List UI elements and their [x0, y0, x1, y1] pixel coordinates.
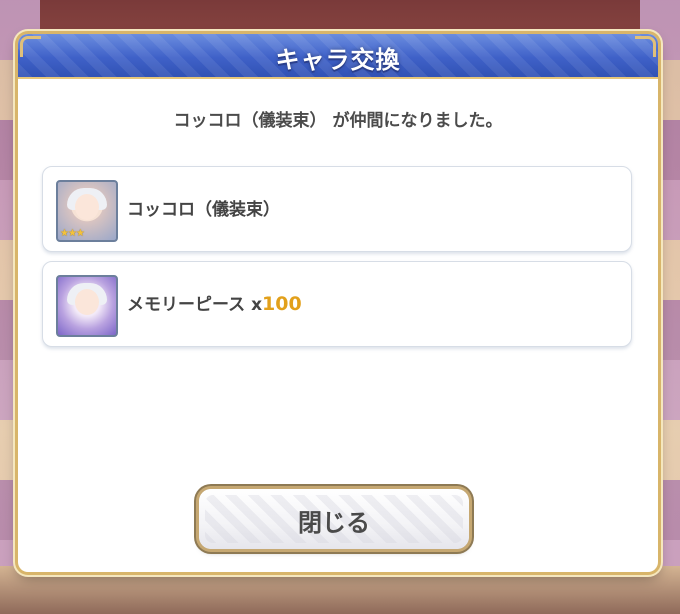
reward-item-memory-piece: メモリーピース x100	[42, 261, 632, 347]
rarity-stars: ★★★	[60, 228, 85, 239]
result-message: コッコロ（儀装束） が仲間になりました。	[173, 111, 503, 131]
character-portrait-icon: ★★★	[56, 180, 118, 242]
background-bottom-decor	[0, 566, 680, 614]
memory-piece-icon	[56, 275, 118, 337]
dialog-title: キャラ交換	[275, 46, 401, 74]
close-button[interactable]: 閉じる	[199, 489, 469, 549]
reward-item-name: コッコロ（儀装束）	[127, 200, 280, 220]
reward-quantity: 100	[262, 293, 302, 315]
dialog-title-bar: キャラ交換	[18, 34, 658, 79]
reward-item-character: ★★★ コッコロ（儀装束）	[42, 166, 632, 252]
quantity-prefix: x	[251, 295, 263, 315]
reward-item-label: メモリーピース x100	[127, 290, 302, 315]
reward-item-name: メモリーピース	[127, 295, 252, 315]
close-button-label: 閉じる	[298, 509, 370, 537]
character-exchange-dialog: キャラ交換 コッコロ（儀装束） が仲間になりました。 ★★★ コッコロ（儀装束）…	[18, 34, 658, 572]
